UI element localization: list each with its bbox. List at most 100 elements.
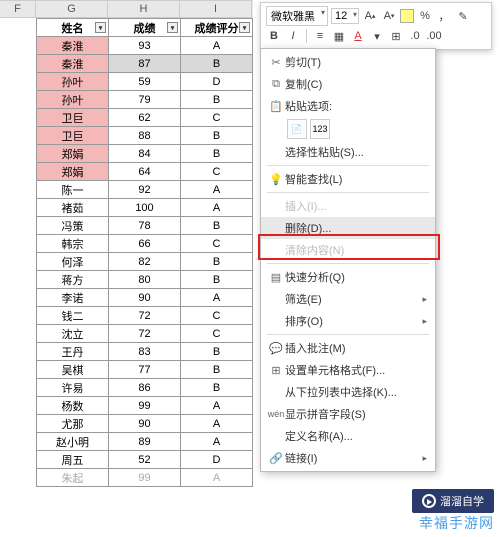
- menu-define-name[interactable]: 定义名称(A)...: [261, 425, 435, 447]
- cell[interactable]: 卫巨: [37, 127, 109, 145]
- cell[interactable]: C: [181, 109, 253, 127]
- cell[interactable]: 韩宗: [37, 235, 109, 253]
- cell[interactable]: 59: [109, 73, 181, 91]
- cell[interactable]: 88: [109, 127, 181, 145]
- table-row[interactable]: 冯策78B: [37, 217, 253, 235]
- filter-icon[interactable]: ▾: [95, 22, 106, 33]
- table-row[interactable]: 朱起99A: [37, 469, 253, 487]
- cell[interactable]: B: [181, 271, 253, 289]
- menu-clear[interactable]: 清除内容(N): [261, 239, 435, 261]
- cell[interactable]: 82: [109, 253, 181, 271]
- cell[interactable]: 77: [109, 361, 181, 379]
- menu-dropdown-pick[interactable]: 从下拉列表中选择(K)...: [261, 381, 435, 403]
- cell[interactable]: 杨数: [37, 397, 109, 415]
- cell[interactable]: 吴棋: [37, 361, 109, 379]
- cell[interactable]: A: [181, 397, 253, 415]
- cell[interactable]: 何泽: [37, 253, 109, 271]
- cell[interactable]: 孙叶: [37, 91, 109, 109]
- menu-insert[interactable]: 插入(I)...: [261, 195, 435, 217]
- cell[interactable]: 秦淮: [37, 55, 109, 73]
- paste-values-icon[interactable]: 123: [310, 119, 330, 139]
- cell[interactable]: 陈一: [37, 181, 109, 199]
- bold-button[interactable]: B: [266, 28, 282, 44]
- menu-cut[interactable]: ✂剪切(T): [261, 51, 435, 73]
- cell[interactable]: C: [181, 163, 253, 181]
- table-row[interactable]: 褚茹100A: [37, 199, 253, 217]
- italic-button[interactable]: I: [285, 28, 301, 44]
- cell[interactable]: 钱二: [37, 307, 109, 325]
- menu-copy[interactable]: ⧉复制(C): [261, 73, 435, 95]
- cell[interactable]: 李诺: [37, 289, 109, 307]
- header-name[interactable]: 姓名▾: [37, 19, 109, 37]
- table-row[interactable]: 周五52D: [37, 451, 253, 469]
- paste-default-icon[interactable]: 📄: [287, 119, 307, 139]
- table-row[interactable]: 郑娟84B: [37, 145, 253, 163]
- table-row[interactable]: 何泽82B: [37, 253, 253, 271]
- cell[interactable]: 72: [109, 325, 181, 343]
- cell[interactable]: 朱起: [37, 469, 109, 487]
- menu-sort[interactable]: 排序(O)▸: [261, 310, 435, 332]
- comma-icon[interactable]: ，: [436, 8, 452, 24]
- col-G[interactable]: G: [36, 0, 108, 18]
- percent-icon[interactable]: %: [417, 8, 433, 24]
- table-row[interactable]: 赵小明89A: [37, 433, 253, 451]
- decimal-inc-icon[interactable]: .0: [407, 28, 423, 44]
- cell[interactable]: A: [181, 289, 253, 307]
- menu-format-cells[interactable]: ⊞设置单元格格式(F)...: [261, 359, 435, 381]
- cell[interactable]: 62: [109, 109, 181, 127]
- font-size-select[interactable]: 12: [331, 8, 359, 24]
- align-icon[interactable]: ≡: [312, 28, 328, 44]
- table-row[interactable]: 蒋方80B: [37, 271, 253, 289]
- cell[interactable]: A: [181, 199, 253, 217]
- cell[interactable]: 99: [109, 469, 181, 487]
- cell[interactable]: 86: [109, 379, 181, 397]
- cell[interactable]: 90: [109, 415, 181, 433]
- data-table[interactable]: 姓名▾ 成绩▾ 成绩评分▾ 秦淮93A秦淮87B孙叶59D孙叶79B卫巨62C卫…: [36, 18, 253, 487]
- menu-link[interactable]: 🔗链接(I)▸: [261, 447, 435, 469]
- cell[interactable]: 尤那: [37, 415, 109, 433]
- table-row[interactable]: 秦淮87B: [37, 55, 253, 73]
- font-color-icon[interactable]: A: [350, 28, 366, 44]
- cell[interactable]: 84: [109, 145, 181, 163]
- fill-color-swatch[interactable]: [400, 9, 414, 23]
- format-painter-icon[interactable]: ✎: [455, 8, 471, 24]
- cell[interactable]: B: [181, 361, 253, 379]
- cell[interactable]: A: [181, 181, 253, 199]
- cell[interactable]: 褚茹: [37, 199, 109, 217]
- cell[interactable]: A: [181, 37, 253, 55]
- cell[interactable]: 66: [109, 235, 181, 253]
- cell[interactable]: B: [181, 127, 253, 145]
- cell[interactable]: 52: [109, 451, 181, 469]
- cell[interactable]: A: [181, 469, 253, 487]
- cell[interactable]: B: [181, 253, 253, 271]
- table-row[interactable]: 王丹83B: [37, 343, 253, 361]
- cell[interactable]: 93: [109, 37, 181, 55]
- cell[interactable]: D: [181, 451, 253, 469]
- cell[interactable]: A: [181, 433, 253, 451]
- cell[interactable]: 蒋方: [37, 271, 109, 289]
- table-row[interactable]: 尤那90A: [37, 415, 253, 433]
- mini-toolbar[interactable]: 微软雅黑 12 A▴ A▾ % ， ✎ B I ≡ ▦ A ▾ ⊞ .0 .00: [260, 2, 492, 50]
- filter-icon[interactable]: ▾: [239, 22, 250, 33]
- cell[interactable]: B: [181, 379, 253, 397]
- decrease-font-icon[interactable]: A▾: [381, 8, 397, 24]
- cell[interactable]: A: [181, 415, 253, 433]
- menu-paste-special[interactable]: 选择性粘贴(S)...: [261, 141, 435, 163]
- font-select[interactable]: 微软雅黑: [266, 6, 328, 26]
- cell[interactable]: 周五: [37, 451, 109, 469]
- cell[interactable]: 72: [109, 307, 181, 325]
- table-row[interactable]: 吴棋77B: [37, 361, 253, 379]
- cell[interactable]: 90: [109, 289, 181, 307]
- header-score[interactable]: 成绩▾: [109, 19, 181, 37]
- table-row[interactable]: 孙叶59D: [37, 73, 253, 91]
- menu-smart-lookup[interactable]: 💡智能查找(L): [261, 168, 435, 190]
- menu-delete[interactable]: 删除(D)...: [261, 217, 435, 239]
- cell[interactable]: C: [181, 307, 253, 325]
- table-row[interactable]: 许易86B: [37, 379, 253, 397]
- cell[interactable]: 100: [109, 199, 181, 217]
- menu-insert-comment[interactable]: 💬插入批注(M): [261, 337, 435, 359]
- cell[interactable]: 孙叶: [37, 73, 109, 91]
- merge-icon[interactable]: ⊞: [388, 28, 404, 44]
- cell[interactable]: 99: [109, 397, 181, 415]
- menu-quick-analysis[interactable]: ▤快速分析(Q): [261, 266, 435, 288]
